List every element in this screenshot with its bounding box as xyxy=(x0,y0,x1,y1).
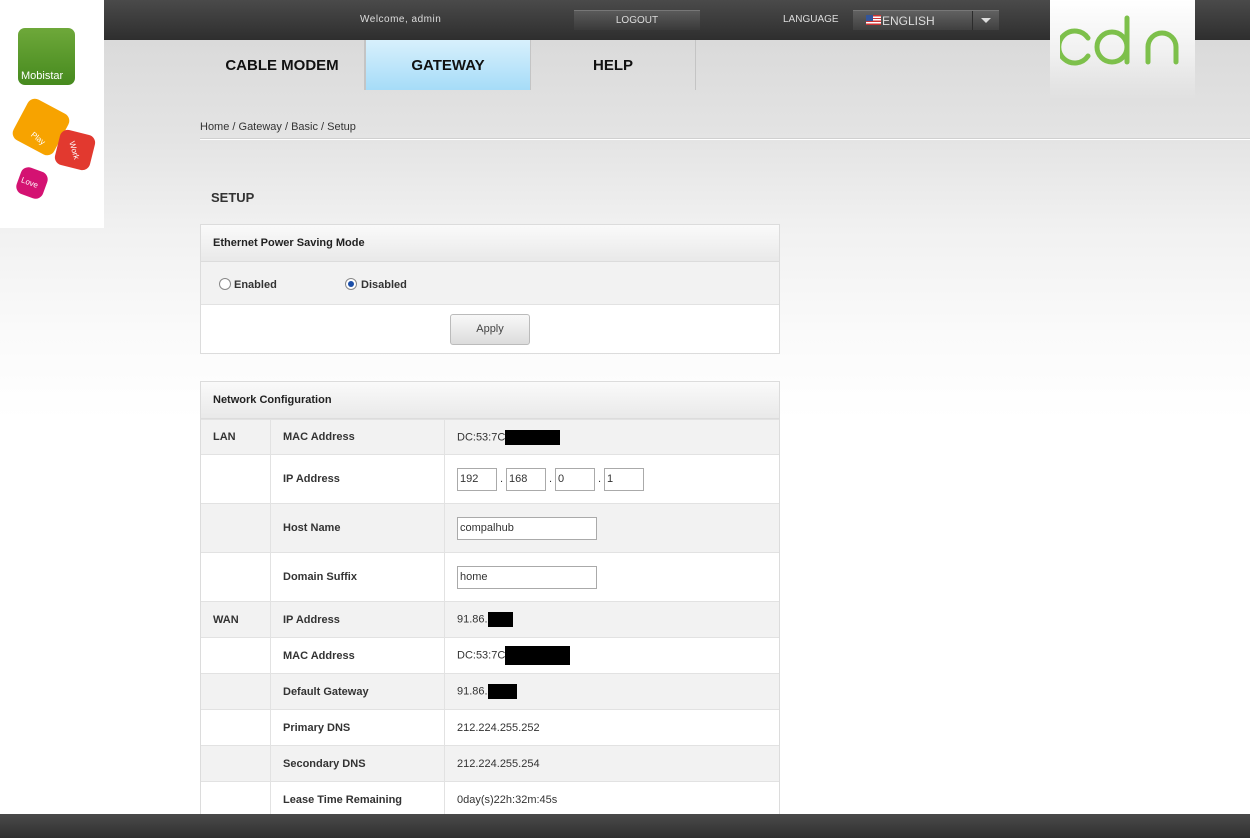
table-row: Lease Time Remaining 0day(s)22h:32m:45s xyxy=(201,781,779,818)
lan-mac-text: DC:53:7C xyxy=(457,430,506,443)
language-select[interactable]: ENGLISH xyxy=(853,10,999,30)
table-row: IP Address 192. 168. 0. 1 xyxy=(201,454,779,504)
nav-help[interactable]: HELP xyxy=(531,40,696,90)
nav-cable-modem[interactable]: CABLE MODEM xyxy=(200,40,365,90)
table-row: Default Gateway 91.86. xyxy=(201,673,779,710)
ip-dot: . xyxy=(597,473,602,485)
host-name-label: Host Name xyxy=(270,503,445,553)
cbn-logo-panel xyxy=(1050,0,1195,100)
love-tile-text: Love xyxy=(19,175,40,190)
wan-ip-label: IP Address xyxy=(270,601,445,638)
mobistar-logo: Mobistar xyxy=(18,28,75,85)
empty-cell xyxy=(201,781,271,818)
empty-cell xyxy=(201,503,271,553)
table-row: Host Name compalhub xyxy=(201,503,779,553)
enabled-radio[interactable] xyxy=(219,278,231,290)
empty-cell xyxy=(201,709,271,746)
table-row: Secondary DNS 212.224.255.254 xyxy=(201,745,779,782)
nav-gateway[interactable]: GATEWAY xyxy=(365,40,531,90)
domain-suffix-cell: home xyxy=(444,552,779,602)
wan-mac-label: MAC Address xyxy=(270,637,445,674)
secondary-dns-value: 212.224.255.254 xyxy=(444,745,779,782)
us-flag-icon xyxy=(866,15,881,25)
lan-mac-value: DC:53:7C xyxy=(444,419,779,455)
network-config-title: Network Configuration xyxy=(201,382,779,419)
lease-time-value: 0day(s)22h:32m:45s xyxy=(444,781,779,818)
brand-panel: Mobistar Play Work Love xyxy=(0,0,104,228)
work-tile: Work xyxy=(53,128,97,172)
lan-ip-label: IP Address xyxy=(270,454,445,504)
love-tile: Love xyxy=(14,165,50,201)
apply-row: Apply xyxy=(201,305,779,353)
play-tile-text: Play xyxy=(29,130,47,147)
table-row: LAN MAC Address DC:53:7C xyxy=(201,419,779,455)
lan-mac-label: MAC Address xyxy=(270,419,445,455)
disabled-label[interactable]: Disabled xyxy=(361,279,407,291)
primary-dns-label: Primary DNS xyxy=(270,709,445,746)
main-nav: CABLE MODEM GATEWAY HELP xyxy=(200,40,696,92)
empty-cell xyxy=(201,637,271,674)
table-row: Primary DNS 212.224.255.252 xyxy=(201,709,779,746)
eps-panel: Ethernet Power Saving Mode Enabled Disab… xyxy=(200,224,780,354)
apply-button[interactable]: Apply xyxy=(450,314,530,345)
breadcrumb: Home / Gateway / Basic / Setup xyxy=(200,121,356,133)
default-gateway-label: Default Gateway xyxy=(270,673,445,710)
wan-mac-text: DC:53:7C xyxy=(457,649,506,662)
redaction-block xyxy=(505,646,571,665)
ip-octet-1[interactable]: 192 xyxy=(457,467,497,491)
empty-cell xyxy=(201,552,271,602)
enabled-label[interactable]: Enabled xyxy=(234,279,277,291)
secondary-dns-label: Secondary DNS xyxy=(270,745,445,782)
empty-cell xyxy=(201,454,271,504)
network-config-panel: Network Configuration LAN MAC Address DC… xyxy=(200,381,780,819)
ip-octet-2[interactable]: 168 xyxy=(506,467,546,491)
redaction-block xyxy=(505,429,561,445)
eps-panel-title: Ethernet Power Saving Mode xyxy=(201,225,779,262)
disabled-radio[interactable] xyxy=(345,278,357,290)
mobistar-logo-text: Mobistar xyxy=(21,70,64,82)
domain-suffix-input[interactable]: home xyxy=(457,565,597,589)
welcome-text: Welcome, admin xyxy=(360,14,442,25)
language-label: LANGUAGE xyxy=(783,14,839,25)
default-gateway-value: 91.86. xyxy=(444,673,779,710)
ip-octet-4[interactable]: 1 xyxy=(604,467,644,491)
host-name-input[interactable]: compalhub xyxy=(457,516,597,540)
redaction-block xyxy=(487,612,513,627)
host-name-cell: compalhub xyxy=(444,503,779,553)
ip-octet-3[interactable]: 0 xyxy=(555,467,595,491)
logout-button[interactable]: LOGOUT xyxy=(574,10,700,30)
wan-ip-value: 91.86. xyxy=(444,601,779,638)
lan-section-label: LAN xyxy=(201,419,271,455)
eps-options-row: Enabled Disabled xyxy=(201,262,779,305)
ip-dot: . xyxy=(548,473,553,485)
language-value: ENGLISH xyxy=(882,14,935,28)
cbn-logo xyxy=(1060,15,1179,66)
table-row: WAN IP Address 91.86. xyxy=(201,601,779,638)
work-tile-text: Work xyxy=(67,140,82,161)
lease-time-label: Lease Time Remaining xyxy=(270,781,445,818)
breadcrumb-divider xyxy=(200,138,1250,140)
table-row: Domain Suffix home xyxy=(201,552,779,602)
network-config-table: LAN MAC Address DC:53:7C IP Address 192.… xyxy=(201,419,779,818)
wan-mac-value: DC:53:7C xyxy=(444,637,779,674)
primary-dns-value: 212.224.255.252 xyxy=(444,709,779,746)
table-row: MAC Address DC:53:7C xyxy=(201,637,779,674)
wan-ip-text: 91.86. xyxy=(457,613,488,626)
ip-dot: . xyxy=(499,473,504,485)
default-gateway-text: 91.86. xyxy=(457,685,488,698)
redaction-block xyxy=(487,684,517,699)
footer-bar xyxy=(0,814,1250,838)
page-title: SETUP xyxy=(211,190,255,205)
domain-suffix-label: Domain Suffix xyxy=(270,552,445,602)
chevron-down-icon[interactable] xyxy=(972,11,999,30)
empty-cell xyxy=(201,673,271,710)
lan-ip-value: 192. 168. 0. 1 xyxy=(444,454,779,504)
empty-cell xyxy=(201,745,271,782)
wan-section-label: WAN xyxy=(201,601,271,638)
